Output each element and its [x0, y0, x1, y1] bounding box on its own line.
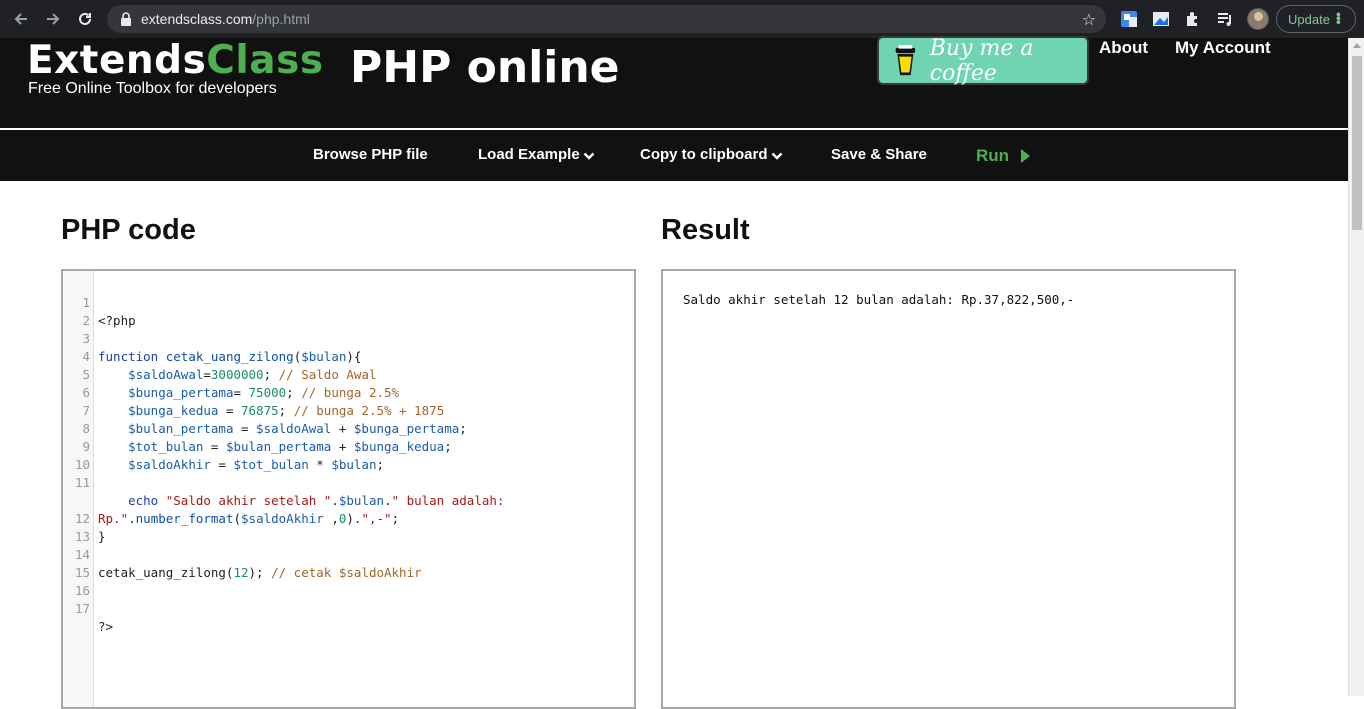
code-line[interactable]: 2	[63, 294, 634, 328]
code-line[interactable]: 17 ?>	[63, 582, 634, 634]
code-line[interactable]: 13	[63, 510, 634, 544]
code-line[interactable]: 8 $tot_bulan = $bulan_pertama + $bunga_k…	[63, 402, 634, 454]
load-example-dropdown[interactable]: Load Example	[478, 146, 595, 163]
php-code-heading: PHP code	[61, 214, 196, 246]
result-panel[interactable]: Saldo akhir setelah 12 bulan adalah: Rp.…	[661, 269, 1236, 709]
code-line[interactable]: 11 echo "Saldo akhir setelah ".$bulan." …	[63, 456, 634, 508]
code-line[interactable]: 1 <?php	[63, 276, 634, 328]
translate-extension-icon[interactable]	[1119, 9, 1139, 29]
page-scrollbar[interactable]	[1348, 38, 1364, 696]
my-account-link[interactable]: My Account	[1175, 38, 1271, 58]
scroll-up-arrow-icon[interactable]	[1353, 43, 1361, 48]
code-line[interactable]: 12 }	[63, 492, 634, 544]
update-button[interactable]: Update •••	[1276, 5, 1356, 33]
editor-toolbar: Browse PHP file Load Example Copy to cli…	[0, 130, 1348, 181]
back-arrow-icon[interactable]	[10, 8, 32, 30]
kebab-menu-icon[interactable]: •••	[1331, 12, 1347, 24]
address-bar[interactable]: extendsclass.com/php.html ☆	[107, 5, 1106, 33]
code-line[interactable]: 16	[63, 564, 634, 598]
coffee-cup-icon	[895, 44, 916, 75]
site-logo[interactable]: ExtendsClass	[27, 38, 324, 83]
url-text[interactable]: extendsclass.com/php.html	[141, 11, 310, 27]
run-button[interactable]: Run	[976, 146, 1031, 166]
browse-php-file-button[interactable]: Browse PHP file	[313, 146, 428, 163]
browser-toolbar: extendsclass.com/php.html ☆ Update •••	[0, 0, 1364, 38]
site-tagline: Free Online Toolbox for developers	[28, 80, 277, 97]
result-output: Saldo akhir setelah 12 bulan adalah: Rp.…	[683, 292, 1075, 307]
result-heading: Result	[661, 214, 750, 246]
code-line-wrapped[interactable]: Rp.".number_format($saldoAkhir ,0).",-";	[63, 474, 634, 526]
save-share-button[interactable]: Save & Share	[831, 146, 927, 163]
code-line[interactable]: 9 $saldoAkhir = $tot_bulan * $bulan;	[63, 420, 634, 472]
screenshot-extension-icon[interactable]	[1151, 9, 1171, 29]
code-line[interactable]: 6 $bunga_kedua = 76875; // bunga 2.5% + …	[63, 366, 634, 418]
profile-avatar[interactable]	[1247, 8, 1269, 30]
chevron-down-icon	[771, 152, 782, 160]
code-line[interactable]: 3 function cetak_uang_zilong($bulan){	[63, 312, 634, 364]
php-code-editor[interactable]: 1 <?php 2 3 function cetak_uang_zilong($…	[61, 269, 636, 709]
about-link[interactable]: About	[1099, 38, 1148, 58]
code-line[interactable]: 14 cetak_uang_zilong(12); // cetak $sald…	[63, 528, 634, 580]
forward-arrow-icon[interactable]	[42, 8, 64, 30]
reload-icon[interactable]	[74, 8, 96, 30]
chevron-down-icon	[583, 152, 595, 160]
bookmark-star-icon[interactable]: ☆	[1082, 10, 1096, 30]
site-header: ExtendsClass Free Online Toolbox for dev…	[0, 35, 1348, 128]
buy-me-a-coffee-button[interactable]: Buy me a coffee	[877, 35, 1089, 86]
code-line[interactable]: 4 $saldoAwal=3000000; // Saldo Awal	[63, 330, 634, 382]
lock-icon[interactable]	[119, 12, 133, 26]
code-line[interactable]: 7 $bulan_pertama = $saldoAwal + $bunga_p…	[63, 384, 634, 436]
play-icon	[1021, 149, 1031, 163]
code-line[interactable]: 10	[63, 438, 634, 472]
update-label: Update	[1288, 11, 1330, 27]
code-line[interactable]: 5 $bunga_pertama= 75000; // bunga 2.5%	[63, 348, 634, 400]
code-line[interactable]: 15	[63, 546, 634, 580]
scrollbar-thumb[interactable]	[1352, 56, 1362, 230]
copy-to-clipboard-dropdown[interactable]: Copy to clipboard	[640, 146, 783, 163]
extensions-puzzle-icon[interactable]	[1183, 9, 1203, 29]
coffee-label: Buy me a coffee	[929, 35, 1034, 86]
page-title: PHP online	[350, 42, 620, 93]
media-control-icon[interactable]	[1215, 9, 1235, 29]
